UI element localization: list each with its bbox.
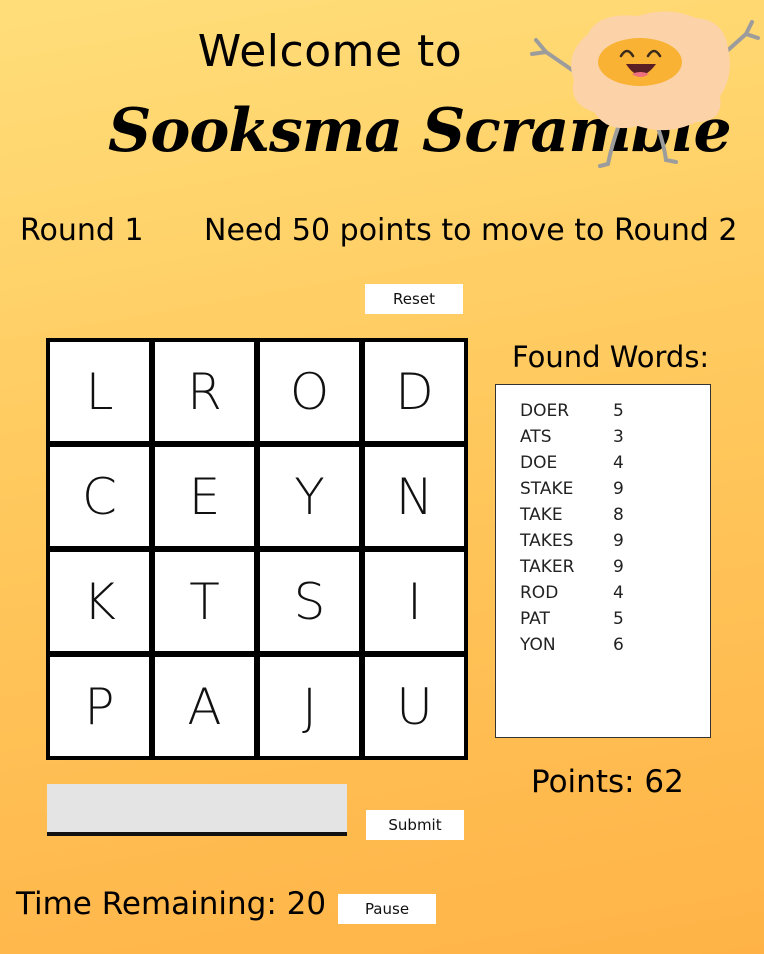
list-item: YON 6 bbox=[520, 635, 710, 661]
found-word-points: 3 bbox=[613, 427, 624, 447]
letter-tile[interactable]: I bbox=[365, 552, 464, 651]
found-word: ATS bbox=[520, 427, 552, 447]
round-label: Round 1 bbox=[20, 213, 144, 248]
list-item: ROD 4 bbox=[520, 583, 710, 609]
reset-button[interactable]: Reset bbox=[365, 284, 463, 314]
submit-button[interactable]: Submit bbox=[366, 810, 464, 840]
found-word: ROD bbox=[520, 583, 559, 603]
letter-tile[interactable]: O bbox=[260, 342, 359, 441]
list-item: STAKE 9 bbox=[520, 479, 710, 505]
letter-tile[interactable]: E bbox=[155, 447, 254, 546]
letter-tile[interactable]: U bbox=[365, 657, 464, 756]
found-word-points: 9 bbox=[613, 557, 624, 577]
letter-tile[interactable]: S bbox=[260, 552, 359, 651]
letter-tile[interactable]: L bbox=[50, 342, 149, 441]
round-requirement: Need 50 points to move to Round 2 bbox=[204, 213, 738, 248]
letter-tile[interactable]: T bbox=[155, 552, 254, 651]
list-item: PAT 5 bbox=[520, 609, 710, 635]
points-total: Points: 62 bbox=[531, 764, 684, 800]
list-item: TAKE 8 bbox=[520, 505, 710, 531]
found-word: TAKER bbox=[520, 557, 575, 577]
list-item: DOER 5 bbox=[520, 401, 710, 427]
list-item: TAKER 9 bbox=[520, 557, 710, 583]
found-word-points: 9 bbox=[613, 531, 624, 551]
found-word: STAKE bbox=[520, 479, 574, 499]
word-input[interactable] bbox=[47, 784, 347, 836]
game-title: Sooksma Scramble bbox=[108, 96, 732, 166]
letter-tile[interactable]: K bbox=[50, 552, 149, 651]
found-words-list[interactable]: DOER 5 ATS 3 DOE 4 STAKE 9 TAKE 8 TAKES 9 TAKE… bbox=[495, 384, 711, 738]
found-word: TAKE bbox=[520, 505, 563, 525]
list-item: ATS 3 bbox=[520, 427, 710, 453]
letter-tile[interactable]: R bbox=[155, 342, 254, 441]
found-word: DOE bbox=[520, 453, 558, 473]
found-word-points: 8 bbox=[613, 505, 624, 525]
letter-grid: L R O D C E Y N K T S I P A J U bbox=[46, 338, 468, 760]
letter-tile[interactable]: C bbox=[50, 447, 149, 546]
found-word-points: 9 bbox=[613, 479, 624, 499]
found-word-points: 4 bbox=[613, 453, 624, 473]
letter-tile[interactable]: J bbox=[260, 657, 359, 756]
found-word: DOER bbox=[520, 401, 570, 421]
letter-tile[interactable]: P bbox=[50, 657, 149, 756]
letter-tile[interactable]: A bbox=[155, 657, 254, 756]
found-word-points: 6 bbox=[613, 635, 624, 655]
found-word: TAKES bbox=[520, 531, 574, 551]
found-word-points: 5 bbox=[613, 609, 624, 629]
found-word-points: 4 bbox=[613, 583, 624, 603]
list-item: DOE 4 bbox=[520, 453, 710, 479]
time-remaining: Time Remaining: 20 bbox=[16, 886, 327, 922]
list-item: TAKES 9 bbox=[520, 531, 710, 557]
egg-mascot-icon bbox=[530, 11, 760, 168]
found-word-points: 5 bbox=[613, 401, 624, 421]
found-word: PAT bbox=[520, 609, 550, 629]
letter-tile[interactable]: Y bbox=[260, 447, 359, 546]
found-word: YON bbox=[520, 635, 556, 655]
found-words-heading: Found Words: bbox=[512, 340, 710, 374]
letter-tile[interactable]: D bbox=[365, 342, 464, 441]
pause-button[interactable]: Pause bbox=[338, 894, 436, 924]
letter-tile[interactable]: N bbox=[365, 447, 464, 546]
